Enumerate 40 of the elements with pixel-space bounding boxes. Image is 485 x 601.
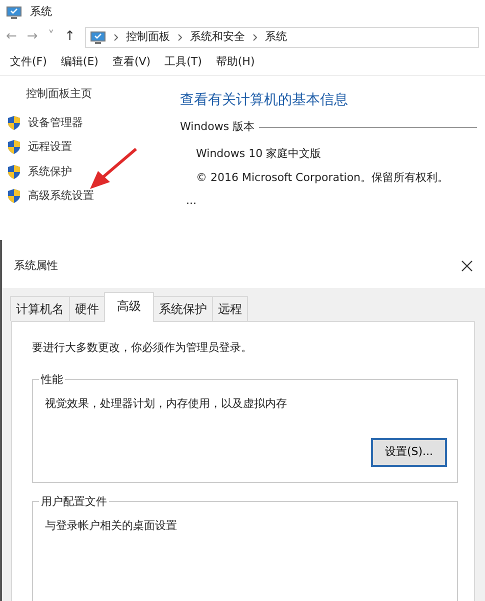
- shield-icon: [8, 189, 20, 204]
- info-text: © 2016 Microsoft Corporation。保留所有权利。: [196, 170, 450, 186]
- chevron-icon: [253, 34, 258, 40]
- menu-item[interactable]: 帮助(H): [216, 54, 255, 71]
- ellipsis-text: ...: [186, 196, 198, 204]
- menu-item[interactable]: 工具(T): [164, 54, 202, 71]
- group-description: 视觉效果，处理器计划，内存使用，以及虚拟内存: [45, 396, 288, 412]
- up-button[interactable]: ↑: [64, 27, 76, 47]
- menu-item[interactable]: 文件(F): [10, 54, 47, 71]
- shield-icon: [8, 116, 20, 130]
- menu-item[interactable]: 查看(V): [112, 54, 151, 71]
- chevron-icon: [178, 34, 182, 40]
- sidebar-link[interactable]: 远程设置: [28, 139, 72, 156]
- tab[interactable]: 计算机名: [10, 296, 70, 321]
- page-heading: 查看有关计算机的基本信息: [180, 91, 349, 110]
- breadcrumb-item[interactable]: 系统: [265, 28, 288, 46]
- arrow-drawing: [88, 148, 138, 190]
- sidebar-link[interactable]: 控制面板主页: [26, 86, 180, 102]
- info-text: Windows 10 家庭中文版: [196, 146, 322, 162]
- dialog-title: 系统属性: [14, 258, 58, 274]
- shield-icon: [8, 164, 20, 179]
- sidebar-link[interactable]: 系统保护: [28, 164, 72, 180]
- breadcrumb-item[interactable]: 系统和安全: [190, 28, 246, 46]
- note-text: 要进行大多数更改，你必须作为管理员登录。: [32, 340, 253, 356]
- tab[interactable]: 高级: [104, 292, 154, 322]
- group-description: 与登录帐户相关的桌面设置: [45, 518, 178, 534]
- computer-icon: [6, 6, 22, 18]
- sidebar-link[interactable]: 高级系统设置: [28, 188, 94, 204]
- menu-item[interactable]: 编辑(E): [60, 54, 98, 71]
- settings-button[interactable]: 设置(S)...: [370, 438, 447, 466]
- computer-icon: [90, 30, 106, 44]
- window-title: 系统: [30, 4, 52, 20]
- close-icon[interactable]: [461, 260, 473, 272]
- tab[interactable]: 远程: [212, 296, 248, 321]
- breadcrumb-item[interactable]: 控制面板: [126, 28, 170, 46]
- section-heading: Windows 版本: [180, 119, 255, 135]
- shield-icon: [8, 140, 20, 154]
- sidebar-link[interactable]: 设备管理器: [28, 114, 83, 131]
- chevron-icon: [114, 34, 118, 40]
- address-bar[interactable]: 控制面板 系统和安全 系统: [85, 26, 479, 48]
